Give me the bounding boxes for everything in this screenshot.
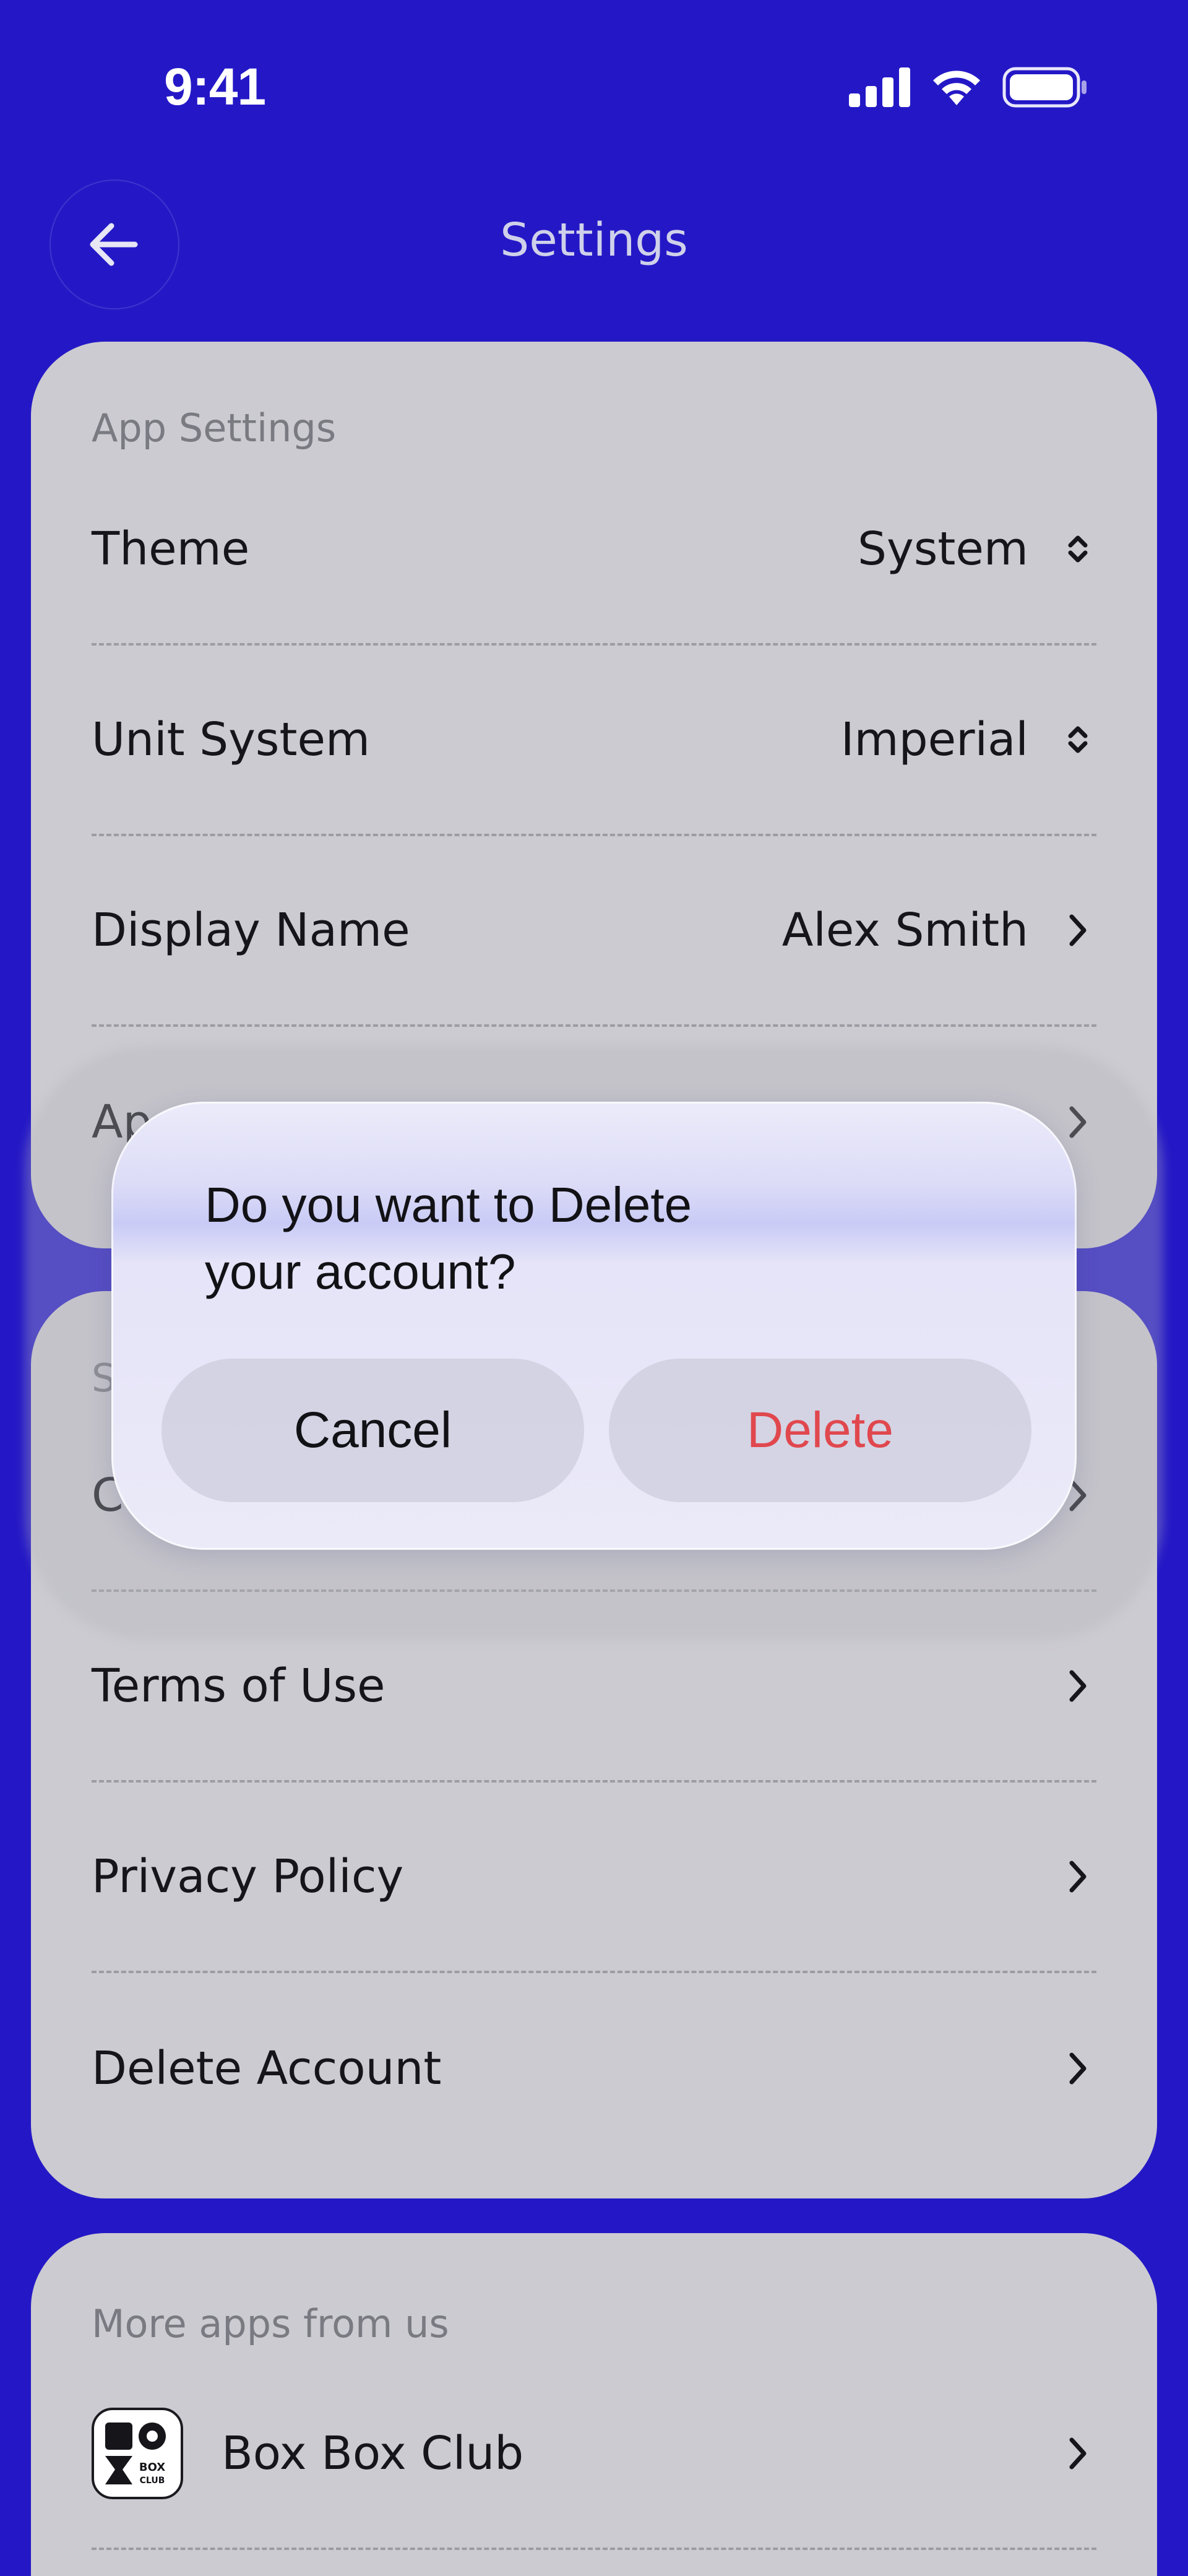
dialog-message-line-2: your account? xyxy=(205,1244,516,1299)
delete-button[interactable]: Delete xyxy=(609,1359,1031,1502)
status-time: 9:41 xyxy=(164,58,266,116)
svg-text:CLUB: CLUB xyxy=(140,2476,165,2486)
page-title: Settings xyxy=(500,214,688,267)
delete-account-row[interactable]: Delete Account xyxy=(92,1973,1096,2164)
dialog-message: Do you want to Delete your account? xyxy=(205,1172,824,1305)
delete-account-dialog: Do you want to Delete your account? Canc… xyxy=(111,1102,1077,1550)
app-row-box-box-club[interactable]: BOX CLUB Box Box Club xyxy=(92,2359,1096,2550)
section-label-more-apps: More apps from us xyxy=(92,2301,449,2346)
chevron-up-down-icon xyxy=(1059,721,1096,758)
theme-row[interactable]: Theme System xyxy=(92,455,1096,646)
wifi-icon xyxy=(933,71,980,105)
signal-icon xyxy=(849,67,910,107)
section-label-app-settings: App Settings xyxy=(92,405,337,451)
status-bar: 9:41 xyxy=(0,0,1188,173)
display-name-row[interactable]: Display Name Alex Smith xyxy=(92,836,1096,1027)
theme-value: System xyxy=(858,522,1028,576)
display-name-value: Alex Smith xyxy=(781,904,1028,957)
status-icons xyxy=(849,67,1089,108)
chevron-up-down-icon xyxy=(1059,530,1096,568)
cancel-button[interactable]: Cancel xyxy=(161,1359,584,1502)
row-label: Privacy Policy xyxy=(92,1850,404,1903)
row-label: Delete Account xyxy=(92,2042,442,2095)
unit-system-value: Imperial xyxy=(840,713,1028,766)
dialog-message-line-1: Do you want to Delete xyxy=(205,1177,692,1232)
unit-system-row[interactable]: Unit System Imperial xyxy=(92,646,1096,836)
chevron-right-icon xyxy=(1059,2050,1096,2087)
chevron-right-icon xyxy=(1059,1858,1096,1895)
row-label: Unit System xyxy=(92,713,371,766)
box-box-club-logo: BOX CLUB xyxy=(92,2408,183,2499)
row-label: Theme xyxy=(92,522,250,576)
battery-icon xyxy=(1002,67,1087,108)
row-label: Terms of Use xyxy=(92,1659,385,1713)
svg-text:BOX: BOX xyxy=(139,2461,165,2474)
chevron-right-icon xyxy=(1059,2435,1096,2472)
privacy-policy-row[interactable]: Privacy Policy xyxy=(92,1783,1096,1973)
row-label: Display Name xyxy=(92,904,410,957)
chevron-right-icon xyxy=(1059,1667,1096,1705)
app-name: Box Box Club xyxy=(222,2427,524,2480)
chevron-right-icon xyxy=(1059,912,1096,949)
